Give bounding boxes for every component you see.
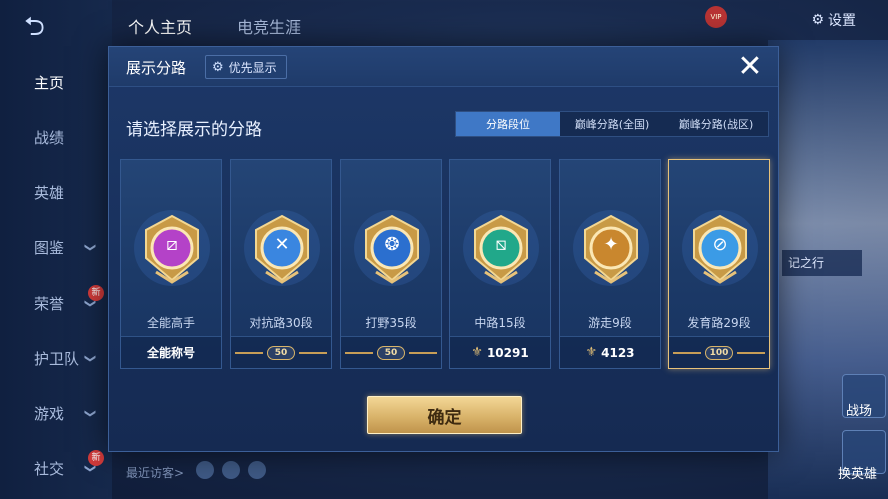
wing-right-decoration bbox=[409, 351, 437, 354]
new-badge: 新 bbox=[88, 450, 104, 466]
lane-card[interactable]: ✕ 对抗路30段 50 bbox=[230, 159, 332, 369]
lane-tabbar: 分路段位 巅峰分路(全国) 巅峰分路(战区) bbox=[455, 111, 769, 137]
lane-glyph: ❂ bbox=[384, 234, 400, 255]
sidebar-item[interactable]: 荣誉 ❯ 新 bbox=[0, 283, 105, 323]
lane-glyph: ⧄ bbox=[166, 234, 178, 255]
sidebar-item-label: 护卫队 bbox=[34, 349, 80, 368]
sidebar-item-label: 图鉴 bbox=[34, 238, 65, 257]
peak-points-icon: ⚜ bbox=[585, 345, 598, 360]
lane-card-footer: 100 bbox=[669, 336, 769, 368]
lane-card[interactable]: ⧄ 全能高手全能称号 bbox=[120, 159, 222, 369]
priority-display-button[interactable]: ⚙ 优先显示 bbox=[205, 55, 287, 79]
lane-card-footer: ⚜ 10291 bbox=[450, 336, 550, 368]
top-tabs: 个人主页 电竞生涯 bbox=[128, 14, 301, 38]
battlefield-label: 战场 bbox=[846, 404, 873, 419]
sidebar-item-label: 游戏 bbox=[34, 404, 65, 423]
lane-card-footer: ⚜ 4123 bbox=[560, 336, 660, 368]
wing-right-decoration bbox=[299, 351, 327, 354]
lane-card-footer: 50 bbox=[341, 336, 441, 368]
lane-emblem-icon: ✦ bbox=[571, 208, 651, 288]
settings-button[interactable]: ⚙ 设置 bbox=[811, 8, 856, 32]
peak-points-value: 10291 bbox=[486, 345, 529, 360]
lane-glyph: ⊘ bbox=[712, 234, 728, 255]
title-text: 全能称号 bbox=[146, 346, 195, 360]
tab-profile[interactable]: 个人主页 bbox=[128, 14, 192, 38]
lane-emblem-icon: ✕ bbox=[242, 208, 322, 288]
sidebar-item-label: 英雄 bbox=[34, 183, 65, 202]
gear-icon: ⚙ bbox=[811, 12, 824, 28]
tab-lane-0[interactable]: 分路段位 bbox=[456, 112, 560, 136]
lane-emblem-icon: ⊘ bbox=[680, 208, 760, 288]
priority-display-label: 优先显示 bbox=[228, 60, 277, 75]
wing-left-decoration bbox=[345, 351, 373, 354]
chevron-down-icon: ❯ bbox=[84, 353, 98, 363]
lane-card-footer: 全能称号 bbox=[121, 336, 221, 368]
settings-label: 设置 bbox=[828, 13, 856, 29]
lane-card-label: 打野35段 bbox=[365, 316, 417, 330]
tab-esports-career[interactable]: 电竞生涯 bbox=[237, 14, 301, 38]
wing-right-decoration bbox=[737, 351, 765, 354]
lane-card-footer: 50 bbox=[231, 336, 331, 368]
new-badge: 新 bbox=[88, 285, 104, 301]
visitor-avatar[interactable] bbox=[248, 461, 266, 479]
lane-card[interactable]: ⊘ 发育路29段 100 bbox=[668, 159, 770, 369]
sidebar-item[interactable]: 社交 ❯ 新 bbox=[0, 448, 105, 488]
lane-emblem-icon: ⧄ bbox=[132, 208, 212, 288]
lane-card-label: 游走9段 bbox=[588, 316, 632, 330]
level-badge: 100 bbox=[705, 345, 733, 360]
vip-badge: VIP bbox=[705, 6, 727, 28]
side-chip[interactable]: 记之行 bbox=[782, 250, 862, 276]
chevron-down-icon: ❯ bbox=[84, 408, 98, 418]
chevron-down-icon: ❯ bbox=[84, 242, 98, 252]
lane-card-label: 对抗路30段 bbox=[249, 316, 313, 330]
lane-card-label: 全能高手 bbox=[146, 316, 195, 330]
lane-emblem-icon: ⧅ bbox=[461, 208, 541, 288]
back-arrow-icon[interactable]: ⮌ bbox=[24, 14, 72, 40]
gear-icon: ⚙ bbox=[212, 59, 224, 75]
tab-lane-2[interactable]: 巅峰分路(战区) bbox=[664, 112, 768, 136]
wing-left-decoration bbox=[673, 351, 701, 354]
lane-card-list: ⧄ 全能高手 全能称号 ✕ 对抗路30段 50 ❂ 打野35段 50 ⧅ 中路15段 ⚜ 10291 ✦ 游… bbox=[120, 159, 770, 369]
sidebar-item[interactable]: 英雄 bbox=[0, 172, 105, 212]
sidebar-item-label: 战绩 bbox=[34, 128, 65, 147]
lane-glyph: ✕ bbox=[274, 234, 290, 255]
lane-card[interactable]: ✦ 游走9段 ⚜ 4123 bbox=[559, 159, 661, 369]
lane-card[interactable]: ⧅ 中路15段 ⚜ 10291 bbox=[449, 159, 551, 369]
modal-subtitle: 请选择展示的分路 bbox=[126, 120, 262, 140]
sidebar-item-label: 荣誉 bbox=[34, 294, 65, 313]
modal-header: 展示分路 ⚙ 优先显示 ✕ bbox=[109, 47, 778, 87]
lane-card[interactable]: ❂ 打野35段 50 bbox=[340, 159, 442, 369]
sidebar-item[interactable]: 图鉴 ❯ bbox=[0, 227, 105, 267]
sidebar-item[interactable]: 游戏 ❯ bbox=[0, 393, 105, 433]
lane-display-modal: 展示分路 ⚙ 优先显示 ✕ 请选择展示的分路 分路段位 巅峰分路(全国) 巅峰分路(… bbox=[108, 46, 779, 452]
recent-visitors-label[interactable]: 最近访客> bbox=[126, 464, 184, 481]
wing-left-decoration bbox=[235, 351, 263, 354]
confirm-button[interactable]: 确定 bbox=[367, 396, 522, 434]
close-icon[interactable]: ✕ bbox=[736, 52, 764, 82]
sidebar-item[interactable]: 战绩 bbox=[0, 117, 105, 157]
peak-points-value: 4123 bbox=[601, 345, 635, 360]
lane-glyph: ✦ bbox=[603, 234, 619, 255]
lane-card-label: 中路15段 bbox=[474, 316, 526, 330]
lane-emblem-icon: ❂ bbox=[352, 208, 432, 288]
sidebar-item[interactable]: 主页 bbox=[0, 62, 105, 102]
sidebar-item[interactable]: 护卫队 ❯ bbox=[0, 338, 105, 378]
sidebar-item-label: 主页 bbox=[34, 73, 65, 92]
lane-card-label: 发育路29段 bbox=[687, 316, 751, 330]
visitor-avatar[interactable] bbox=[196, 461, 214, 479]
tab-lane-1[interactable]: 巅峰分路(全国) bbox=[560, 112, 664, 136]
visitor-avatar[interactable] bbox=[222, 461, 240, 479]
peak-points-icon: ⚜ bbox=[471, 345, 483, 360]
change-hero-label: 换英雄 bbox=[838, 467, 878, 482]
modal-title: 展示分路 bbox=[126, 59, 187, 77]
lane-glyph: ⧅ bbox=[495, 234, 507, 255]
level-badge: 50 bbox=[377, 345, 405, 360]
level-badge: 50 bbox=[267, 345, 295, 360]
sidebar-item-label: 社交 bbox=[34, 459, 65, 478]
